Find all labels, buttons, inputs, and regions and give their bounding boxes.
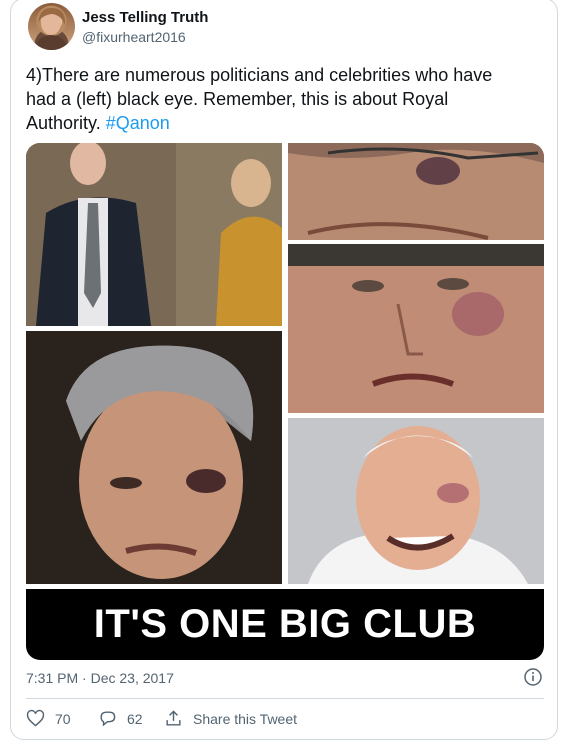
info-icon[interactable]: [524, 668, 542, 686]
reply-icon: [100, 711, 116, 727]
photo-panel-5: [288, 418, 544, 584]
like-button[interactable]: 70: [26, 709, 71, 728]
heart-icon: [26, 709, 45, 727]
divider: [26, 698, 544, 699]
tweet-body: 4)There are numerous politicians and cel…: [26, 65, 493, 133]
share-icon: [166, 710, 181, 726]
photo-panel-1: [26, 143, 282, 326]
photo-panel-2: [288, 143, 544, 240]
share-label: Share this Tweet: [193, 710, 298, 727]
hashtag-link[interactable]: #Qanon: [106, 113, 170, 133]
author-handle[interactable]: @fixurheart2016: [82, 29, 186, 45]
reply-button[interactable]: 62: [98, 709, 143, 728]
tweet-timestamp[interactable]: 7:31 PM · Dec 23, 2017: [26, 670, 174, 686]
tweet-text: 4)There are numerous politicians and cel…: [26, 63, 526, 135]
like-count: 70: [55, 710, 71, 727]
share-button[interactable]: Share this Tweet: [164, 709, 297, 728]
photo-panel-4: [26, 331, 282, 584]
author-name[interactable]: Jess Telling Truth: [82, 9, 208, 26]
photo-panel-3: [288, 244, 544, 413]
avatar[interactable]: [28, 3, 75, 50]
image-caption-banner: IT'S ONE BIG CLUB: [26, 589, 544, 660]
reply-count: 62: [127, 710, 143, 727]
tweet-media[interactable]: IT'S ONE BIG CLUB: [26, 143, 544, 660]
